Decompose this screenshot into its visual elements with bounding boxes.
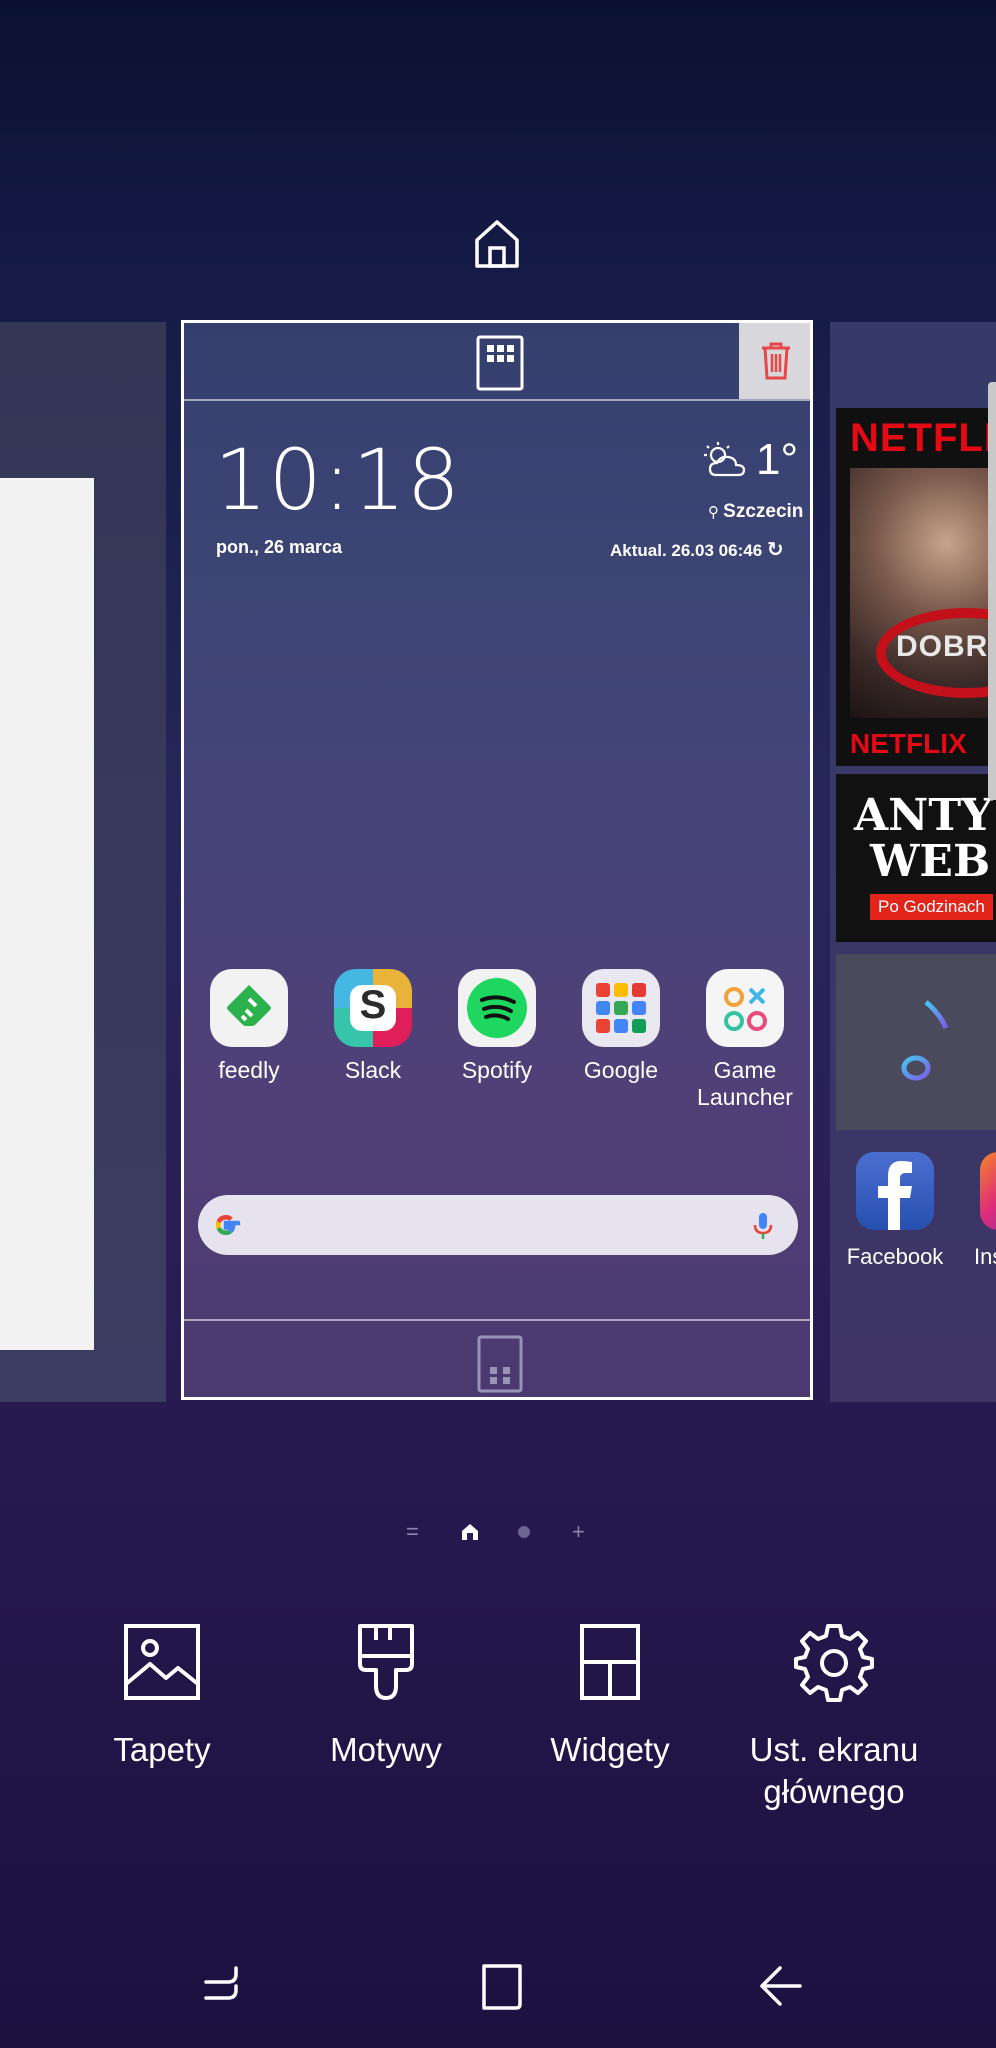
page-indicators: = + bbox=[400, 1520, 600, 1544]
themes-button[interactable]: Motywy bbox=[276, 1622, 496, 1771]
app-label: Google bbox=[583, 1057, 659, 1083]
partly-cloudy-icon bbox=[704, 442, 746, 477]
action-label: Motywy bbox=[330, 1731, 442, 1768]
left-page-panel bbox=[0, 478, 94, 1350]
google-g-icon bbox=[215, 1214, 241, 1236]
indicator-add-page[interactable]: + bbox=[572, 1520, 585, 1544]
app-feedly[interactable]: feedly bbox=[189, 969, 309, 1084]
indicator-home-icon[interactable] bbox=[460, 1522, 480, 1542]
right-page-preview[interactable]: NETFLIX DOBRZ NETFLIX ANTY WEB Po Godzin… bbox=[830, 322, 996, 1402]
app-label: Spotify bbox=[461, 1057, 533, 1083]
music-widget[interactable] bbox=[836, 954, 996, 1130]
google-folder-icon bbox=[582, 969, 660, 1047]
antyweb-line1: ANTY bbox=[854, 790, 993, 841]
action-label: Ust. ekranu głównego bbox=[724, 1729, 944, 1813]
facebook-icon[interactable] bbox=[856, 1152, 934, 1230]
refresh-icon[interactable]: ↻ bbox=[767, 539, 784, 561]
spotify-icon bbox=[458, 969, 536, 1047]
weather-updated-text: Aktual. 26.03 06:46 bbox=[610, 541, 763, 560]
action-label-line1: Ust. ekranu bbox=[749, 1731, 919, 1768]
feedly-icon bbox=[210, 969, 288, 1047]
facebook-label: Facebook bbox=[846, 1244, 944, 1269]
themes-brush-icon bbox=[358, 1624, 414, 1700]
microphone-icon[interactable] bbox=[752, 1211, 774, 1241]
google-search-bar[interactable] bbox=[198, 1195, 798, 1255]
instagram-label: Ins bbox=[974, 1244, 996, 1269]
weather-updated: Aktual. 26.03 06:46 ↻ bbox=[610, 537, 784, 562]
action-label-line2: głównego bbox=[763, 1773, 905, 1810]
app-label: feedly bbox=[218, 1057, 280, 1083]
clock-time: 10:18 bbox=[214, 431, 462, 529]
delete-page-button[interactable] bbox=[739, 323, 810, 399]
netflix-logo-bottom: NETFLIX bbox=[850, 728, 967, 759]
app-game-launcher[interactable]: Game Launcher bbox=[685, 969, 805, 1111]
app-spotify[interactable]: Spotify bbox=[437, 969, 557, 1084]
antyweb-line2: WEB bbox=[870, 836, 991, 887]
app-label: Game Launcher bbox=[697, 1057, 793, 1110]
weather-temperature: 1° bbox=[756, 435, 799, 484]
widgets-icon bbox=[580, 1624, 640, 1700]
edge-panel-handle[interactable] bbox=[988, 382, 996, 800]
back-icon[interactable] bbox=[756, 1962, 806, 2012]
antyweb-badge: Po Godzinach bbox=[870, 894, 993, 920]
indicator-briefing[interactable]: = bbox=[406, 1520, 419, 1544]
trash-icon bbox=[762, 342, 790, 380]
game-launcher-icon bbox=[706, 969, 784, 1047]
slack-icon: S bbox=[334, 969, 412, 1047]
location-pin-icon: ⚲ bbox=[708, 504, 724, 521]
app-label: Slack bbox=[344, 1057, 402, 1083]
widgets-button[interactable]: Widgety bbox=[500, 1622, 720, 1771]
page-bottom-divider bbox=[184, 1319, 810, 1321]
app-google-folder[interactable]: Google bbox=[561, 969, 681, 1084]
antyweb-widget[interactable]: ANTY WEB Po Godzinach bbox=[836, 774, 996, 942]
netflix-caption: DOBRZ bbox=[896, 630, 996, 663]
apps-screen-icon[interactable] bbox=[476, 1335, 524, 1393]
app-slack[interactable]: S Slack bbox=[313, 969, 433, 1084]
action-label: Widgety bbox=[550, 1731, 670, 1768]
home-icon[interactable] bbox=[473, 218, 521, 270]
indicator-page-dot[interactable] bbox=[518, 1526, 530, 1538]
weather-city: Szczecin bbox=[723, 501, 804, 522]
netflix-logo: NETFLIX bbox=[850, 416, 996, 460]
home-screen-settings-button[interactable]: Ust. ekranu głównego bbox=[724, 1622, 944, 1813]
home-nav-icon[interactable] bbox=[478, 1962, 528, 2012]
instagram-icon[interactable] bbox=[980, 1152, 996, 1230]
home-page-preview[interactable]: 10:18 pon., 26 marca 1° ⚲ Szczecin Aktua… bbox=[181, 320, 813, 1400]
recent-apps-icon[interactable] bbox=[198, 1962, 248, 2012]
music-note-icon bbox=[901, 1000, 949, 1081]
action-label: Tapety bbox=[113, 1731, 211, 1768]
wallpaper-icon bbox=[124, 1624, 200, 1700]
weather-location: ⚲ Szczecin bbox=[708, 501, 803, 523]
netflix-widget[interactable]: NETFLIX DOBRZ NETFLIX bbox=[836, 408, 996, 766]
wallpaper-button[interactable]: Tapety bbox=[52, 1622, 272, 1771]
settings-gear-icon bbox=[794, 1624, 874, 1702]
clock-date: pon., 26 marca bbox=[216, 537, 343, 557]
apps-screen-icon[interactable] bbox=[476, 335, 524, 391]
